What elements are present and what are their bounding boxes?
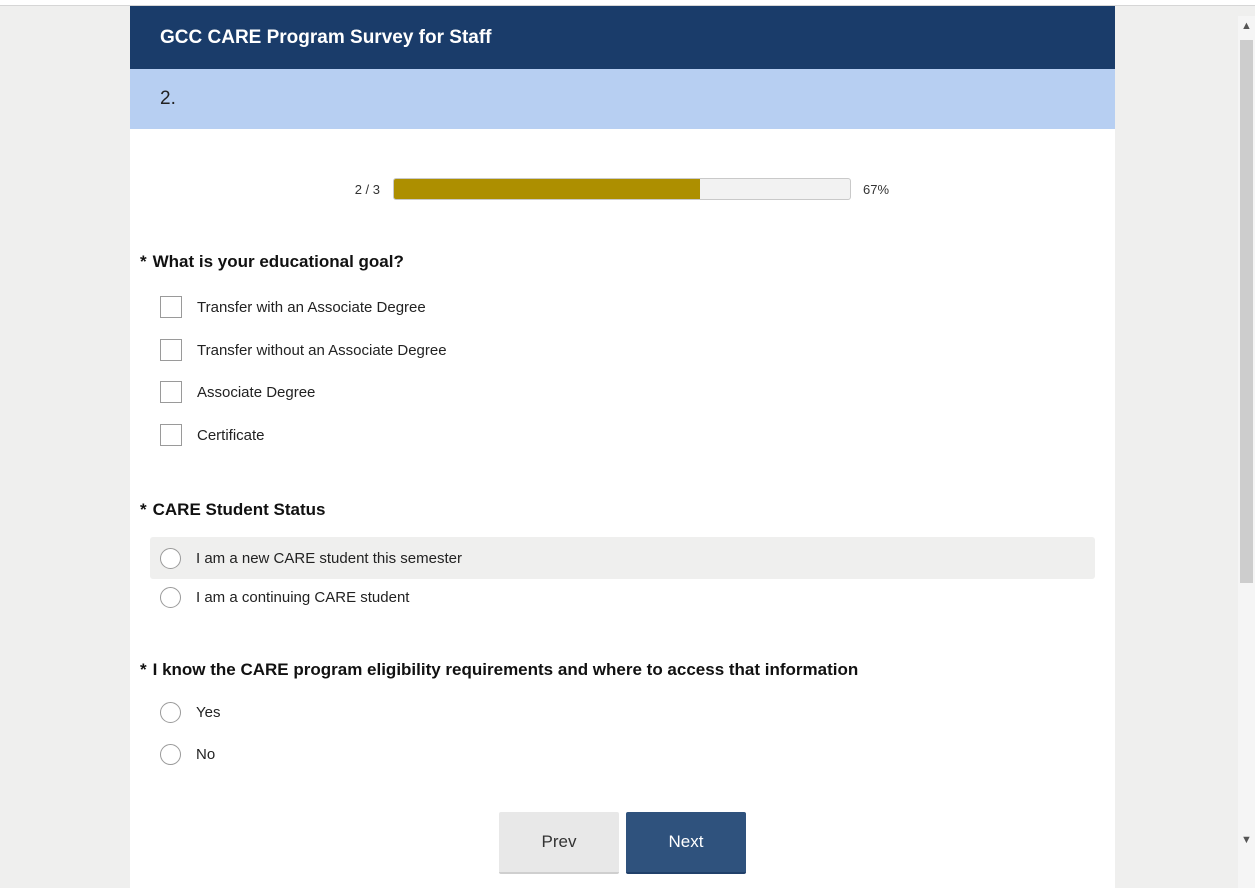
required-mark: * bbox=[140, 660, 147, 679]
option-transfer-without-degree[interactable]: Transfer without an Associate Degree bbox=[150, 332, 1095, 368]
survey-title: GCC CARE Program Survey for Staff bbox=[130, 6, 1115, 69]
progress-track bbox=[393, 178, 851, 200]
option-certificate[interactable]: Certificate bbox=[150, 417, 1095, 453]
radio-button[interactable] bbox=[160, 586, 181, 608]
option-transfer-with-degree[interactable]: Transfer with an Associate Degree bbox=[150, 289, 1095, 325]
option-no[interactable]: No bbox=[150, 736, 1095, 772]
required-mark: * bbox=[140, 500, 147, 519]
page-number: 2. bbox=[130, 69, 1115, 129]
scroll-down-icon[interactable]: ▼ bbox=[1239, 832, 1254, 848]
required-mark: * bbox=[140, 252, 147, 271]
option-associate-degree[interactable]: Associate Degree bbox=[150, 374, 1095, 410]
prev-button[interactable]: Prev bbox=[499, 812, 619, 874]
progress-fill bbox=[394, 179, 700, 199]
option-label: I am a continuing CARE student bbox=[196, 588, 410, 606]
progress-bar: 2 / 3 67% bbox=[130, 178, 1115, 202]
question-text: CARE Student Status bbox=[152, 500, 326, 519]
next-button[interactable]: Next bbox=[626, 812, 746, 874]
option-label: Associate Degree bbox=[197, 383, 316, 401]
option-label: No bbox=[196, 745, 216, 763]
question-text: What is your educational goal? bbox=[152, 252, 404, 271]
radio-button[interactable] bbox=[160, 743, 181, 765]
progress-count: 2 / 3 bbox=[354, 182, 380, 197]
option-yes[interactable]: Yes bbox=[150, 694, 1095, 730]
question-title: * CARE Student Status bbox=[140, 500, 325, 520]
option-continuing-student[interactable]: I am a continuing CARE student bbox=[150, 579, 1095, 615]
page-shell: GCC CARE Program Survey for Staff 2. 2 /… bbox=[0, 0, 1255, 888]
radio-button[interactable] bbox=[160, 547, 181, 569]
question-title: * What is your educational goal? bbox=[140, 252, 404, 272]
option-label: I am a new CARE student this semester bbox=[196, 549, 462, 567]
option-label: Transfer with an Associate Degree bbox=[197, 298, 426, 316]
option-label: Certificate bbox=[197, 426, 265, 444]
checkbox[interactable] bbox=[160, 381, 182, 403]
option-label: Yes bbox=[196, 703, 221, 721]
checkbox[interactable] bbox=[160, 339, 182, 361]
option-new-student[interactable]: I am a new CARE student this semester bbox=[150, 537, 1095, 579]
checkbox[interactable] bbox=[160, 296, 182, 318]
option-label: Transfer without an Associate Degree bbox=[197, 341, 447, 359]
scrollbar-thumb[interactable] bbox=[1240, 40, 1253, 583]
nav-buttons: Prev Next bbox=[130, 812, 1115, 874]
question-title: * I know the CARE program eligibility req… bbox=[140, 660, 858, 680]
survey-panel: GCC CARE Program Survey for Staff 2. 2 /… bbox=[130, 6, 1115, 888]
progress-percent: 67% bbox=[863, 182, 890, 197]
scroll-up-icon[interactable]: ▲ bbox=[1239, 18, 1254, 34]
radio-button[interactable] bbox=[160, 701, 181, 723]
question-text: I know the CARE program eligibility requ… bbox=[152, 660, 859, 679]
checkbox[interactable] bbox=[160, 424, 182, 446]
